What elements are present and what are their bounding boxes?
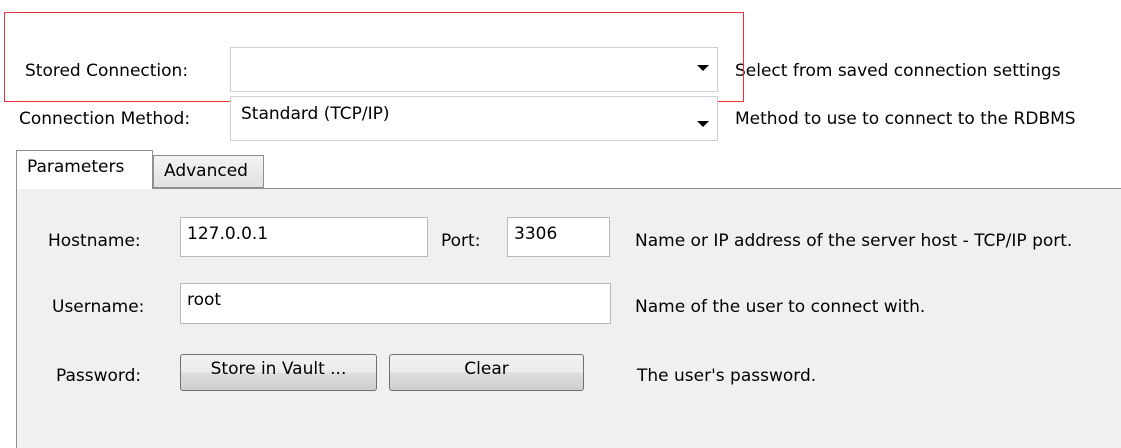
clear-password-button[interactable]: Clear <box>389 354 584 391</box>
dropdown-arrow-icon[interactable] <box>697 121 709 127</box>
connection-method-value: Standard (TCP/IP) <box>241 104 390 124</box>
stored-connection-dropdown[interactable] <box>230 47 718 92</box>
stored-connection-label: Stored Connection: <box>25 61 189 81</box>
username-hint: Name of the user to connect with. <box>635 297 926 317</box>
connection-settings-form: Stored Connection: Select from saved con… <box>0 0 1121 448</box>
tab-parameters[interactable]: Parameters <box>16 150 153 189</box>
hostname-input[interactable]: 127.0.0.1 <box>180 217 428 257</box>
password-hint: The user's password. <box>637 366 817 386</box>
tab-advanced[interactable]: Advanced <box>153 155 264 188</box>
port-label: Port: <box>441 231 481 251</box>
tab-parameters-label: Parameters <box>27 157 125 177</box>
port-input[interactable]: 3306 <box>507 217 610 257</box>
stored-connection-hint: Select from saved connection settings <box>735 61 1061 81</box>
connection-method-hint: Method to use to connect to the RDBMS <box>735 109 1076 129</box>
hostname-hint: Name or IP address of the server host - … <box>635 231 1073 251</box>
dropdown-arrow-icon[interactable] <box>697 65 709 71</box>
password-label: Password: <box>56 366 142 386</box>
username-input[interactable]: root <box>180 283 611 324</box>
connection-method-label: Connection Method: <box>19 109 191 129</box>
connection-method-dropdown[interactable]: Standard (TCP/IP) <box>230 96 718 141</box>
store-in-vault-button[interactable]: Store in Vault ... <box>180 354 377 391</box>
tab-advanced-label: Advanced <box>164 161 248 181</box>
hostname-label: Hostname: <box>48 231 141 251</box>
username-label: Username: <box>52 297 145 317</box>
